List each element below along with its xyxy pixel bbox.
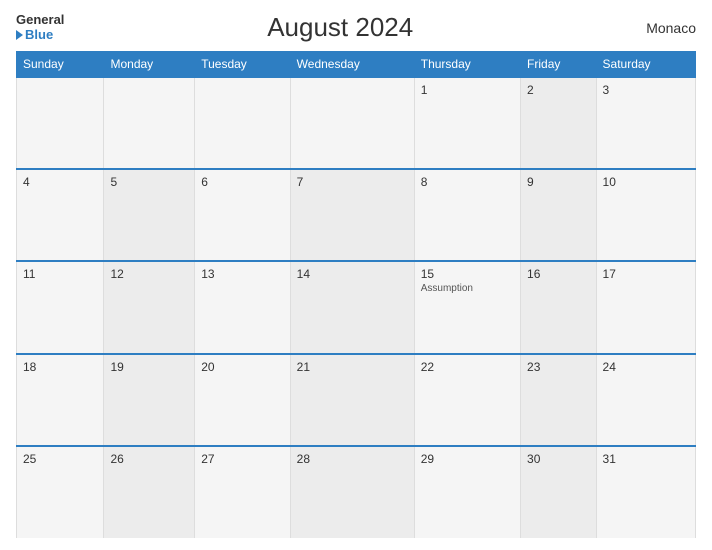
calendar-page: General Blue August 2024 Monaco Sunday M… (0, 0, 712, 550)
calendar-cell: 19 (104, 354, 195, 446)
day-number: 23 (527, 360, 590, 374)
calendar-cell: 11 (17, 261, 104, 353)
day-number: 13 (201, 267, 283, 281)
calendar-cell: 13 (195, 261, 290, 353)
event-label: Assumption (421, 283, 514, 294)
calendar-cell: 1 (414, 77, 520, 169)
calendar-cell (290, 77, 414, 169)
country-label: Monaco (616, 20, 696, 36)
logo-blue-text: Blue (16, 28, 64, 42)
col-sunday: Sunday (17, 52, 104, 78)
day-number: 26 (110, 452, 188, 466)
calendar-cell: 23 (521, 354, 597, 446)
logo: General Blue (16, 13, 64, 42)
calendar-cell: 14 (290, 261, 414, 353)
calendar-cell: 30 (521, 446, 597, 538)
calendar-cell: 12 (104, 261, 195, 353)
day-number: 29 (421, 452, 514, 466)
col-saturday: Saturday (596, 52, 695, 78)
day-number: 24 (603, 360, 689, 374)
day-number: 7 (297, 175, 408, 189)
calendar-cell: 31 (596, 446, 695, 538)
calendar-cell: 21 (290, 354, 414, 446)
logo-general-text: General (16, 13, 64, 27)
day-number: 1 (421, 83, 514, 97)
day-number: 18 (23, 360, 97, 374)
calendar-cell (104, 77, 195, 169)
logo-triangle-icon (16, 30, 23, 40)
calendar-cell: 9 (521, 169, 597, 261)
calendar-cell: 7 (290, 169, 414, 261)
col-monday: Monday (104, 52, 195, 78)
day-number: 5 (110, 175, 188, 189)
day-number: 8 (421, 175, 514, 189)
calendar-cell: 27 (195, 446, 290, 538)
calendar-week-1: 123 (17, 77, 696, 169)
day-number: 30 (527, 452, 590, 466)
calendar-week-4: 18 19 20 21 22 23 24 (17, 354, 696, 446)
calendar-cell: 3 (596, 77, 695, 169)
day-number: 21 (297, 360, 408, 374)
calendar-week-2: 456789 10 (17, 169, 696, 261)
calendar-cell: 29 (414, 446, 520, 538)
calendar-cell: 4 (17, 169, 104, 261)
day-number: 28 (297, 452, 408, 466)
calendar-cell: 2 (521, 77, 597, 169)
calendar-cell: 20 (195, 354, 290, 446)
day-number: 4 (23, 175, 97, 189)
col-tuesday: Tuesday (195, 52, 290, 78)
calendar-cell: 17 (596, 261, 695, 353)
day-number: 16 (527, 267, 590, 281)
day-number: 11 (23, 267, 97, 281)
day-number: 12 (110, 267, 188, 281)
day-number: 9 (527, 175, 590, 189)
calendar-cell: 18 (17, 354, 104, 446)
calendar-cell: 8 (414, 169, 520, 261)
day-number: 31 (603, 452, 689, 466)
day-number: 2 (527, 83, 590, 97)
day-number: 6 (201, 175, 283, 189)
calendar-cell: 5 (104, 169, 195, 261)
calendar-cell: 10 (596, 169, 695, 261)
calendar-week-3: 11 12 13 14 15 Assumption 16 17 (17, 261, 696, 353)
calendar-cell: 24 (596, 354, 695, 446)
calendar-week-5: 25 26 27 28 29 30 31 (17, 446, 696, 538)
col-wednesday: Wednesday (290, 52, 414, 78)
day-number: 27 (201, 452, 283, 466)
calendar-cell: 25 (17, 446, 104, 538)
day-number: 15 (421, 267, 514, 281)
calendar-table: Sunday Monday Tuesday Wednesday Thursday… (16, 51, 696, 538)
day-number: 10 (603, 175, 689, 189)
calendar-cell: 16 (521, 261, 597, 353)
day-number: 19 (110, 360, 188, 374)
day-number: 20 (201, 360, 283, 374)
calendar-cell: 6 (195, 169, 290, 261)
calendar-cell: 22 (414, 354, 520, 446)
calendar-cell: 15 Assumption (414, 261, 520, 353)
calendar-cell (17, 77, 104, 169)
day-number: 3 (603, 83, 689, 97)
day-number: 25 (23, 452, 97, 466)
header: General Blue August 2024 Monaco (16, 12, 696, 43)
calendar-cell: 26 (104, 446, 195, 538)
calendar-cell: 28 (290, 446, 414, 538)
calendar-cell (195, 77, 290, 169)
calendar-header-row: Sunday Monday Tuesday Wednesday Thursday… (17, 52, 696, 78)
calendar-title: August 2024 (64, 12, 616, 43)
col-friday: Friday (521, 52, 597, 78)
day-number: 14 (297, 267, 408, 281)
day-number: 17 (603, 267, 689, 281)
day-number: 22 (421, 360, 514, 374)
col-thursday: Thursday (414, 52, 520, 78)
